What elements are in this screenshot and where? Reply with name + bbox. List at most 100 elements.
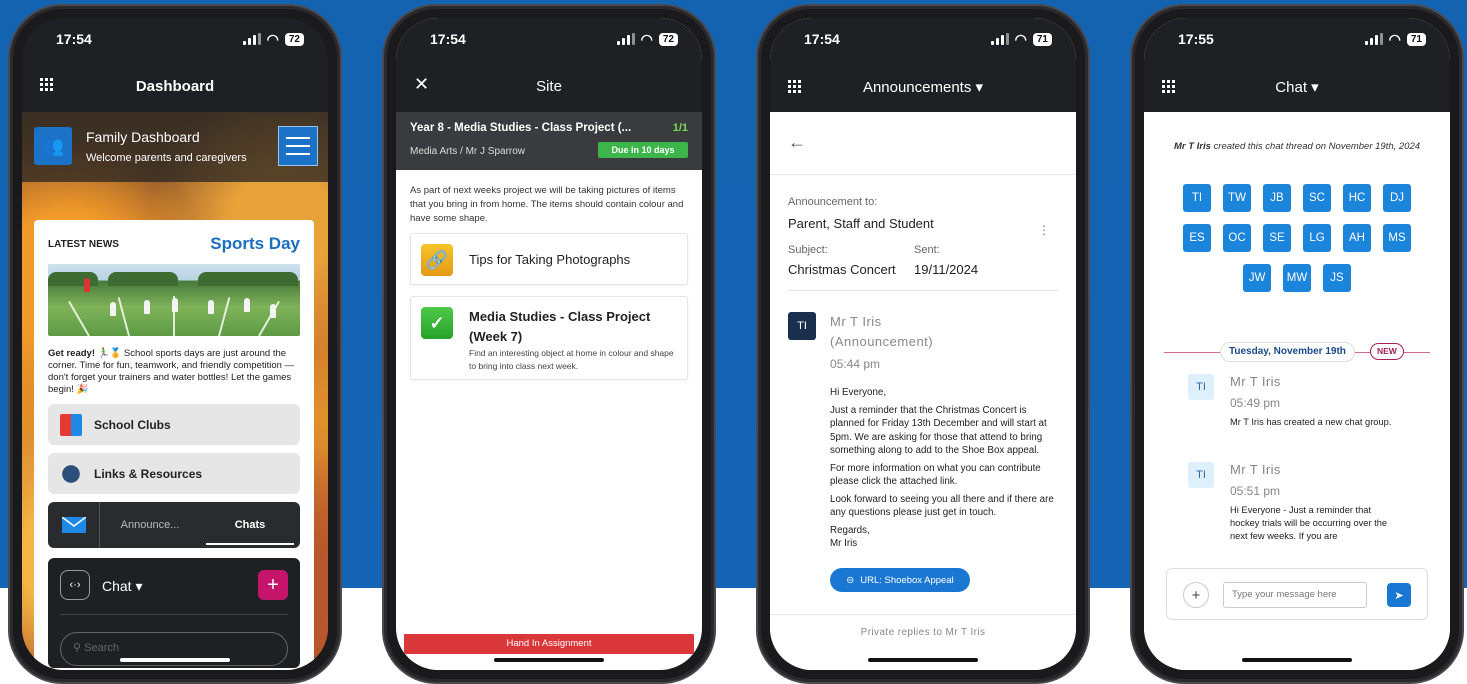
chat-thread: Mr T Iris created this chat thread on No… xyxy=(1144,112,1450,670)
assignment-header: Year 8 - Media Studies - Class Project (… xyxy=(396,112,702,170)
tips-card[interactable]: 🔗 Tips for Taking Photographs xyxy=(410,233,688,285)
section-dropdown[interactable]: Announcements ▾ xyxy=(863,78,983,96)
chat-dropdown[interactable]: Chat ▾ xyxy=(1275,78,1318,96)
apps-grid-icon[interactable] xyxy=(1162,80,1175,93)
apps-grid-icon[interactable] xyxy=(40,78,53,91)
avatar: TI xyxy=(1188,462,1214,488)
top-bar: ✕ Site xyxy=(396,60,702,112)
header-subtitle: Welcome parents and caregivers xyxy=(86,152,247,164)
send-button[interactable]: ➤ xyxy=(1387,583,1411,607)
news-heading[interactable]: Sports Day xyxy=(210,234,300,254)
news-text: Get ready! 🏃‍♂️🏅 School sports days are … xyxy=(48,348,295,395)
battery-icon: 72 xyxy=(284,32,304,46)
latest-news-label: LATEST NEWS xyxy=(48,238,119,250)
message-text: Hi Everyone - Just a reminder that hocke… xyxy=(1230,505,1388,541)
news-card: LATEST NEWS Sports Day Get rea xyxy=(34,220,314,670)
class-project-card[interactable]: ✓ Media Studies - Class Project (Week 7)… xyxy=(410,296,688,380)
home-indicator xyxy=(120,658,230,662)
participant-chip[interactable]: DJ xyxy=(1383,184,1411,212)
school-clubs-button[interactable]: School Clubs xyxy=(48,404,300,445)
sports-day-image xyxy=(48,264,300,336)
assignment-description: As part of next weeks project we will be… xyxy=(410,185,684,224)
phone-announcements: 17:54 ◠ 71 Announcements ▾ ← Announcemen… xyxy=(758,6,1088,682)
participant-chip[interactable]: SC xyxy=(1303,184,1331,212)
signal-icon xyxy=(990,33,1009,45)
participant-chip[interactable]: JB xyxy=(1263,184,1291,212)
tab-chats[interactable]: Chats xyxy=(200,519,300,545)
wifi-icon: ◠ xyxy=(1014,30,1027,47)
message-time: 05:44 pm xyxy=(830,357,881,371)
new-badge: NEW xyxy=(1370,343,1404,360)
attach-plus-button[interactable]: + xyxy=(1183,582,1209,608)
screen: 17:54 ◠ 71 Announcements ▾ ← Announcemen… xyxy=(770,18,1076,670)
close-icon[interactable]: ✕ xyxy=(414,74,429,95)
status-time: 17:55 xyxy=(1178,31,1214,47)
date-divider: Tuesday, November 19th xyxy=(1220,342,1355,362)
author-name: Mr T Iris (Announcement) xyxy=(830,314,934,349)
envelope-icon xyxy=(48,502,100,548)
participant-chip[interactable]: TW xyxy=(1223,184,1251,212)
status-time: 17:54 xyxy=(56,31,92,47)
caret-down-icon: ▾ xyxy=(1311,79,1319,96)
participant-chip[interactable]: HC xyxy=(1343,184,1371,212)
participant-chip[interactable]: JS xyxy=(1323,264,1351,292)
apps-grid-icon[interactable] xyxy=(788,80,801,93)
links-resources-button[interactable]: Links & Resources xyxy=(48,453,300,494)
participant-chip[interactable]: OC xyxy=(1223,224,1251,252)
participant-chip[interactable]: MS xyxy=(1383,224,1411,252)
private-replies-label[interactable]: Private replies to Mr T Iris xyxy=(770,627,1076,638)
home-indicator xyxy=(868,658,978,662)
messages-tabs: Announce... Chats xyxy=(48,502,300,548)
chat-dropdown[interactable]: Chat ▾ xyxy=(102,578,143,595)
page-title: Site xyxy=(536,77,562,95)
home-indicator xyxy=(494,658,604,662)
sender-name: Mr T Iris xyxy=(1230,374,1281,389)
top-bar: Dashboard xyxy=(22,60,328,112)
more-vert-icon[interactable]: ⋮ xyxy=(1038,224,1050,236)
screen: 17:54 ◠ 72 Dashboard 👥 Family Dashboard … xyxy=(22,18,328,670)
message-text: Mr T Iris has created a new chat group. xyxy=(1230,417,1392,427)
subject-value: Christmas Concert xyxy=(788,262,896,277)
new-chat-button[interactable]: + xyxy=(258,570,288,600)
family-dashboard-header: 👥 Family Dashboard Welcome parents and c… xyxy=(22,112,328,182)
back-arrow-icon[interactable]: ← xyxy=(788,132,806,153)
sent-value: 19/11/2024 xyxy=(914,262,979,277)
header-title: Family Dashboard xyxy=(86,129,200,145)
participant-chip[interactable]: TI xyxy=(1183,184,1211,212)
wifi-icon: ◠ xyxy=(1388,30,1401,47)
participant-chip[interactable]: ES xyxy=(1183,224,1211,252)
status-time: 17:54 xyxy=(804,31,840,47)
checkbox-icon: ✓ xyxy=(421,307,453,339)
message-input[interactable]: Type your message here xyxy=(1223,582,1367,608)
participant-chips: TI TW JB SC HC DJ ES OC SE LG AH MS JW MW JS xyxy=(1168,184,1426,292)
due-badge: Due in 10 days xyxy=(598,142,688,158)
globe-icon xyxy=(60,462,82,485)
tab-announcements[interactable]: Announce... xyxy=(100,519,200,531)
participant-chip[interactable]: LG xyxy=(1303,224,1331,252)
signal-icon xyxy=(616,33,635,45)
top-bar: Chat ▾ xyxy=(1144,60,1450,114)
status-bar: 17:54 ◠ 72 xyxy=(22,18,328,60)
phone-chat: 17:55 ◠ 71 Chat ▾ Mr T Iris created this… xyxy=(1132,6,1462,682)
link-icon: ⊖ xyxy=(846,574,855,586)
participant-chip[interactable]: JW xyxy=(1243,264,1271,292)
to-value: Parent, Staff and Student xyxy=(788,216,934,231)
status-bar: 17:54 ◠ 72 xyxy=(396,18,702,60)
chat-panel: ‹·› Chat ▾ + ⚲ Search xyxy=(48,558,300,668)
participant-chip[interactable]: AH xyxy=(1343,224,1371,252)
hamburger-menu-icon[interactable] xyxy=(278,126,318,166)
participant-chip[interactable]: SE xyxy=(1263,224,1291,252)
status-bar: 17:55 ◠ 71 xyxy=(1144,18,1450,60)
wifi-icon: ◠ xyxy=(640,30,653,47)
announcement-message: Hi Everyone, Just a reminder that the Ch… xyxy=(830,387,1054,549)
project-title: Media Studies - Class Project (Week 7) xyxy=(469,309,651,344)
hand-in-button[interactable]: Hand In Assignment xyxy=(404,634,694,654)
battery-icon: 71 xyxy=(1032,32,1052,46)
assignment-title: Year 8 - Media Studies - Class Project (… xyxy=(410,122,632,134)
signal-icon xyxy=(242,33,261,45)
assignment-subtitle: Media Arts / Mr J Sparrow xyxy=(410,146,526,157)
shoebox-link-button[interactable]: ⊖ URL: Shoebox Appeal xyxy=(830,568,970,592)
participant-chip[interactable]: MW xyxy=(1283,264,1311,292)
caret-down-icon: ▾ xyxy=(135,578,143,594)
status-bar: 17:54 ◠ 71 xyxy=(770,18,1076,60)
